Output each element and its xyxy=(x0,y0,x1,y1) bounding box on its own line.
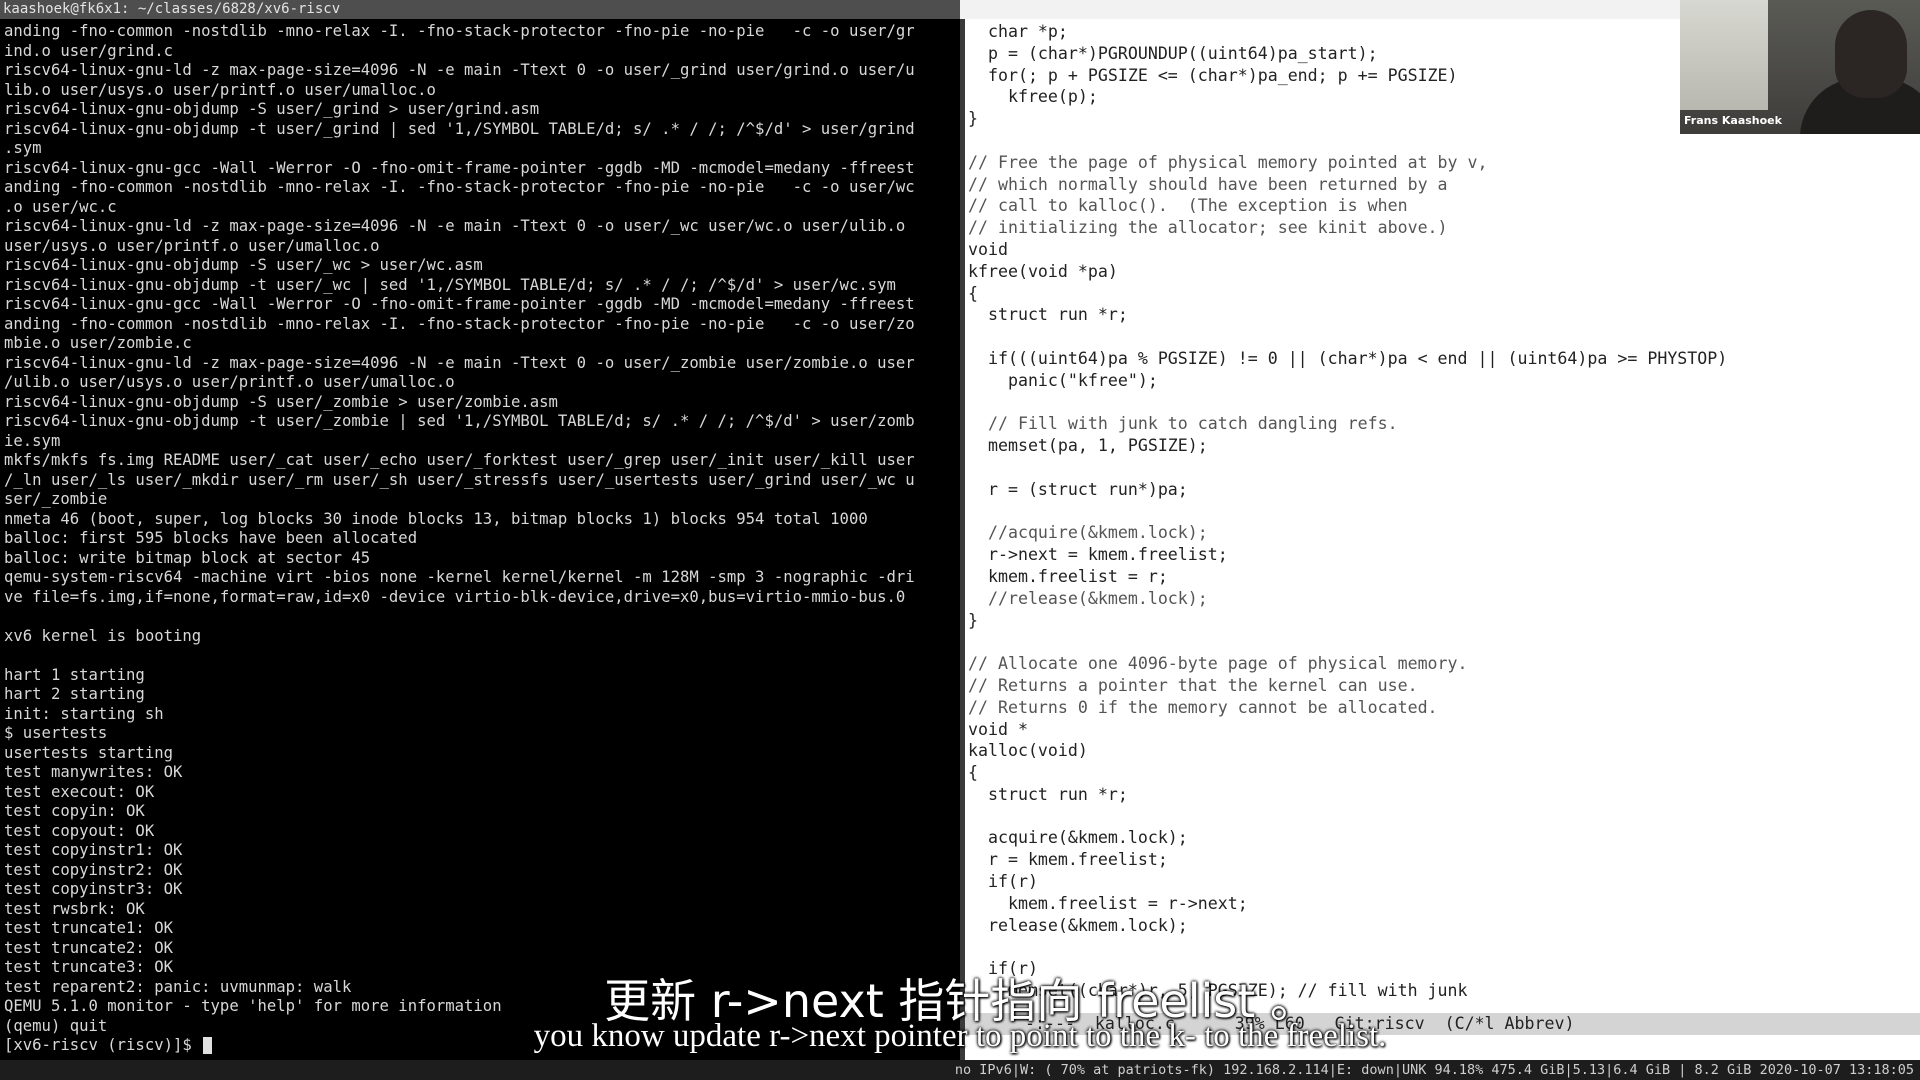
subtitle-english: you know update r->next pointer to point… xyxy=(533,1018,1387,1054)
terminal-line: riscv64-linux-gnu-gcc -Wall -Werror -O -… xyxy=(4,158,915,177)
code-line: } xyxy=(968,610,978,630)
code-line: //acquire(&kmem.lock); xyxy=(968,523,1208,543)
terminal-line: riscv64-linux-gnu-ld -z max-page-size=40… xyxy=(4,61,915,79)
terminal-line: anding -fno-common -nostdlib -mno-relax … xyxy=(4,178,915,196)
terminal-line: ve file=fs.img,if=none,format=raw,id=x0 … xyxy=(4,587,906,606)
terminal-line: .o user/wc.c xyxy=(4,197,117,216)
terminal-line: usertests starting xyxy=(4,743,173,762)
code-line: // initializing the allocator; see kinit… xyxy=(968,218,1448,238)
code-line: { xyxy=(968,763,978,783)
code-line: kfree(void *pa) xyxy=(968,261,1118,281)
terminal-line: riscv64-linux-gnu-objdump -t user/_wc | … xyxy=(4,275,896,294)
terminal-line: test copyout: OK xyxy=(4,821,155,840)
terminal-line: hart 1 starting xyxy=(4,665,145,684)
terminal-line: riscv64-linux-gnu-ld -z max-page-size=40… xyxy=(4,217,906,235)
status-info: no IPv6|W: ( 70% at patriots-fk) 192.168… xyxy=(954,1062,1914,1078)
code-line: // Fill with junk to catch dangling refs… xyxy=(968,414,1398,434)
terminal-line: lib.o user/usys.o user/printf.o user/uma… xyxy=(4,80,436,99)
code-line: acquire(&kmem.lock); xyxy=(968,828,1188,848)
code-line: if(((uint64)pa % PGSIZE) != 0 || (char*)… xyxy=(968,348,1728,368)
terminal-line: ser/_zombie xyxy=(4,490,108,508)
terminal-line: nmeta 46 (boot, super, log blocks 30 ino… xyxy=(4,509,868,528)
terminal-line: riscv64-linux-gnu-objdump -S user/_grind… xyxy=(4,100,540,118)
code-line: // which normally should have been retur… xyxy=(968,174,1448,194)
terminal-line: test copyinstr2: OK xyxy=(4,860,183,879)
code-line: { xyxy=(968,283,978,303)
code-line: // Returns 0 if the memory cannot be all… xyxy=(968,697,1438,717)
code-line: // call to kalloc(). (The exception is w… xyxy=(968,196,1408,216)
code-line: struct run *r; xyxy=(968,305,1128,325)
code-line: panic("kfree"); xyxy=(968,370,1158,390)
terminal-line: riscv64-linux-gnu-objdump -t user/_zombi… xyxy=(4,412,915,430)
terminal-line: test copyinstr3: OK xyxy=(4,880,183,898)
terminal-line: init: starting sh xyxy=(4,704,164,723)
terminal-line: mbie.o user/zombie.c xyxy=(4,334,192,352)
code-line: kmem.freelist = r; xyxy=(968,566,1168,586)
terminal-line: riscv64-linux-gnu-ld -z max-page-size=40… xyxy=(4,353,915,372)
terminal-pane[interactable]: anding -fno-common -nostdlib -mno-relax … xyxy=(0,19,960,1060)
terminal-line: ind.o user/grind.c xyxy=(4,41,173,60)
terminal-line: hart 2 starting xyxy=(4,685,145,703)
code-line: memset(pa, 1, PGSIZE); xyxy=(968,436,1208,456)
terminal-line: /_ln user/_ls user/_mkdir user/_rm user/… xyxy=(4,470,915,489)
terminal-line: $ usertests xyxy=(4,724,108,742)
webcam-name-label: Frans Kaashoek xyxy=(1684,114,1782,127)
terminal-line: user/usys.o user/printf.o user/umalloc.o xyxy=(4,236,380,255)
code-line: // Allocate one 4096-byte page of physic… xyxy=(968,654,1468,674)
code-line: //release(&kmem.lock); xyxy=(968,588,1208,608)
terminal-line: ie.sym xyxy=(4,431,61,450)
terminal-line: test truncate2: OK xyxy=(4,938,173,957)
terminal-line: riscv64-linux-gnu-objdump -t user/_grind… xyxy=(4,119,915,138)
terminal-line: test copyinstr1: OK xyxy=(4,841,183,859)
terminal-line: riscv64-linux-gnu-gcc -Wall -Werror -O -… xyxy=(4,295,915,313)
terminal-line: .sym xyxy=(4,139,42,157)
code-line: kalloc(void) xyxy=(968,741,1088,761)
terminal-line: anding -fno-common -nostdlib -mno-relax … xyxy=(4,22,915,40)
webcam-overlay: Frans Kaashoek xyxy=(1680,0,1920,134)
system-status-bar: 357 no IPv6|W: ( 70% at patriots-fk) 192… xyxy=(0,1060,1920,1080)
code-line: void xyxy=(968,239,1008,259)
code-editor-pane[interactable]: char *p; p = (char*)PGROUNDUP((uint64)pa… xyxy=(965,19,1920,1025)
terminal-line: mkfs/mkfs fs.img README user/_cat user/_… xyxy=(4,451,915,469)
terminal-line: test execout: OK xyxy=(4,782,155,801)
terminal-line: xv6 kernel is booting xyxy=(4,626,202,645)
terminal-line: test copyin: OK xyxy=(4,802,145,820)
terminal-line: anding -fno-common -nostdlib -mno-relax … xyxy=(4,314,915,333)
terminal-title-bar: kaashoek@fk6x1: ~/classes/6828/xv6-riscv xyxy=(0,0,960,19)
webcam-person-head xyxy=(1835,10,1907,98)
code-line: // Free the page of physical memory poin… xyxy=(968,152,1488,172)
terminal-line: qemu-system-riscv64 -machine virt -bios … xyxy=(4,568,915,586)
code-line: kmem.freelist = r->next; xyxy=(968,893,1248,913)
terminal-line: balloc: write bitmap block at sector 45 xyxy=(4,548,371,567)
webcam-background-window xyxy=(1680,0,1768,110)
code-line: void * xyxy=(968,719,1028,739)
terminal-line: test truncate1: OK xyxy=(4,919,173,937)
code-line: r = kmem.freelist; xyxy=(968,850,1168,870)
code-line: r = (struct run*)pa; xyxy=(968,479,1188,499)
code-line: // Returns a pointer that the kernel can… xyxy=(968,675,1418,695)
code-line: r->next = kmem.freelist; xyxy=(968,545,1228,565)
code-line: struct run *r; xyxy=(968,784,1128,804)
terminal-line: test rwsbrk: OK xyxy=(4,899,145,918)
terminal-line: test manywrites: OK xyxy=(4,763,183,781)
code-line: if(r) xyxy=(968,872,1038,892)
terminal-line: balloc: first 595 blocks have been alloc… xyxy=(4,529,418,547)
code-line: release(&kmem.lock); xyxy=(968,915,1188,935)
terminal-line: riscv64-linux-gnu-objdump -S user/_wc > … xyxy=(4,256,483,274)
terminal-line: riscv64-linux-gnu-objdump -S user/_zombi… xyxy=(4,392,558,411)
terminal-line: /ulib.o user/usys.o user/printf.o user/u… xyxy=(4,373,455,391)
